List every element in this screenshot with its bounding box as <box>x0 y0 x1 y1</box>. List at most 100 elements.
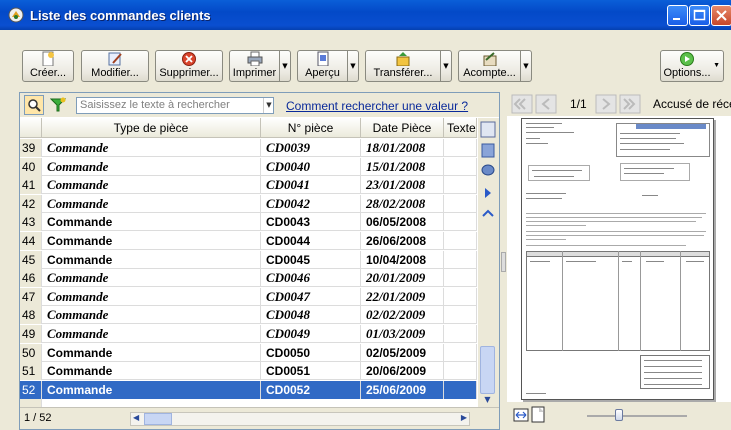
search-dropdown[interactable]: ▼ <box>263 98 274 113</box>
row-date: 02/05/2009 <box>361 343 444 362</box>
header-row-number <box>20 118 42 138</box>
zoom-slider-track[interactable] <box>587 415 687 417</box>
chevron-down-icon: ▼ <box>713 62 720 69</box>
row-piece-number: CD0052 <box>261 380 361 399</box>
vertical-scrollbar-thumb[interactable] <box>480 346 495 394</box>
modify-button[interactable]: Modifier... <box>81 50 149 82</box>
close-button[interactable] <box>711 5 731 26</box>
maximize-button[interactable] <box>689 5 710 26</box>
modify-label: Modifier... <box>91 67 139 79</box>
print-label: Imprimer <box>232 67 277 79</box>
search-input[interactable]: Saisissez le texte à rechercher <box>76 97 274 114</box>
deposit-button[interactable]: Acompte... <box>458 50 520 82</box>
minimize-button[interactable] <box>667 5 688 26</box>
row-type: Commande <box>42 194 261 213</box>
search-button[interactable] <box>24 95 44 115</box>
row-text <box>444 343 477 362</box>
row-date: 28/02/2008 <box>361 194 444 213</box>
table-row[interactable]: 41 Commande CD0041 23/01/2008 <box>20 176 477 195</box>
zoom-slider-thumb[interactable] <box>615 409 623 421</box>
row-type: Commande <box>42 380 261 399</box>
deposit-icon <box>483 52 496 66</box>
options-button[interactable]: Options... ▼ <box>660 50 724 82</box>
header-date[interactable]: Date Pièce <box>361 118 444 138</box>
scroll-left-icon[interactable]: ◀ <box>133 413 139 422</box>
row-date: 06/05/2008 <box>361 213 444 232</box>
row-date: 25/06/2009 <box>361 380 444 399</box>
next-last-page-icons[interactable] <box>595 94 643 114</box>
table-row[interactable]: 48 Commande CD0048 02/02/2009 <box>20 306 477 325</box>
transfer-button[interactable]: Transférer... <box>365 50 440 82</box>
row-type: Commande <box>42 176 261 195</box>
row-number: 51 <box>20 362 42 381</box>
row-piece-number: CD0042 <box>261 194 361 213</box>
row-number: 44 <box>20 232 42 250</box>
orders-list-panel: Saisissez le texte à rechercher ▼ Commen… <box>19 92 500 430</box>
table-row[interactable]: 49 Commande CD0049 01/03/2009 <box>20 325 477 343</box>
delete-button[interactable]: Supprimer... <box>155 50 223 82</box>
table-row[interactable]: 51 Commande CD0051 20/06/2009 <box>20 362 477 381</box>
edit-icon <box>108 52 122 66</box>
row-type: Commande <box>42 157 261 176</box>
table-row[interactable]: 45 Commande CD0045 10/04/2008 <box>20 250 477 269</box>
row-date: 01/03/2009 <box>361 325 444 343</box>
preview-document-title: Accusé de réce <box>653 97 731 111</box>
table-row[interactable]: 47 Commande CD0047 22/01/2009 <box>20 287 477 306</box>
scroll-right-icon[interactable]: ▶ <box>461 413 467 422</box>
first-prev-page-icons[interactable] <box>511 94 559 114</box>
row-piece-number: CD0046 <box>261 269 361 288</box>
row-text <box>444 250 477 269</box>
row-date: 20/06/2009 <box>361 362 444 381</box>
filter-button[interactable] <box>48 95 68 115</box>
preview-button[interactable]: Aperçu <box>297 50 347 82</box>
table-row[interactable]: 52 Commande CD0052 25/06/2009 <box>20 380 477 399</box>
table-row[interactable]: 39 Commande CD0039 18/01/2008 <box>20 139 477 157</box>
preview-footer <box>507 402 731 430</box>
header-type[interactable]: Type de pièce <box>42 118 261 138</box>
row-piece-number: CD0047 <box>261 287 361 306</box>
table-row[interactable]: 43 Commande CD0043 06/05/2008 <box>20 213 477 232</box>
print-dropdown[interactable]: ▼ <box>279 50 291 82</box>
table-row[interactable]: 42 Commande CD0042 28/02/2008 <box>20 194 477 213</box>
table-header: Type de pièce N° pièce Date Pièce Texte … <box>20 118 477 138</box>
preview-label: Aperçu <box>305 67 340 79</box>
row-number: 40 <box>20 157 42 176</box>
print-button[interactable]: Imprimer <box>229 50 279 82</box>
row-text <box>444 287 477 306</box>
row-piece-number: CD0045 <box>261 250 361 269</box>
row-type: Commande <box>42 325 261 343</box>
chevron-down-icon: ▼ <box>282 62 288 70</box>
chevron-down-icon: ▼ <box>523 62 529 70</box>
table-row[interactable]: 46 Commande CD0046 20/01/2009 <box>20 269 477 288</box>
table-row[interactable]: 40 Commande CD0040 15/01/2008 <box>20 157 477 176</box>
row-number: 39 <box>20 139 42 157</box>
table-row[interactable]: 50 Commande CD0050 02/05/2009 <box>20 343 477 362</box>
maximize-icon <box>693 9 706 21</box>
search-help-link[interactable]: Comment rechercher une valeur ? <box>286 99 468 113</box>
transfer-label: Transférer... <box>373 67 433 79</box>
row-date: 20/01/2009 <box>361 269 444 288</box>
options-label: Options... <box>663 67 711 79</box>
create-button[interactable]: Créer... <box>22 50 74 82</box>
horizontal-scrollbar[interactable]: ◀ ▶ <box>130 412 470 426</box>
document-page-thumbnail <box>521 118 714 400</box>
deposit-dropdown[interactable]: ▼ <box>520 50 532 82</box>
row-text <box>444 325 477 343</box>
table-row[interactable]: 44 Commande CD0044 26/06/2008 <box>20 232 477 250</box>
preview-dropdown[interactable]: ▼ <box>347 50 359 82</box>
transfer-dropdown[interactable]: ▼ <box>440 50 452 82</box>
row-text <box>444 269 477 288</box>
row-number: 52 <box>20 380 42 399</box>
row-type: Commande <box>42 306 261 325</box>
header-text[interactable]: Texte lib <box>444 118 477 138</box>
row-text <box>444 362 477 381</box>
fit-page-icons[interactable] <box>513 406 547 424</box>
row-text <box>444 157 477 176</box>
panel-splitter[interactable] <box>501 92 506 430</box>
header-piece[interactable]: N° pièce <box>261 118 361 138</box>
row-date: 10/04/2008 <box>361 250 444 269</box>
row-number: 46 <box>20 269 42 288</box>
row-date: 15/01/2008 <box>361 157 444 176</box>
row-date: 26/06/2008 <box>361 232 444 250</box>
horizontal-scrollbar-thumb[interactable] <box>144 413 172 425</box>
